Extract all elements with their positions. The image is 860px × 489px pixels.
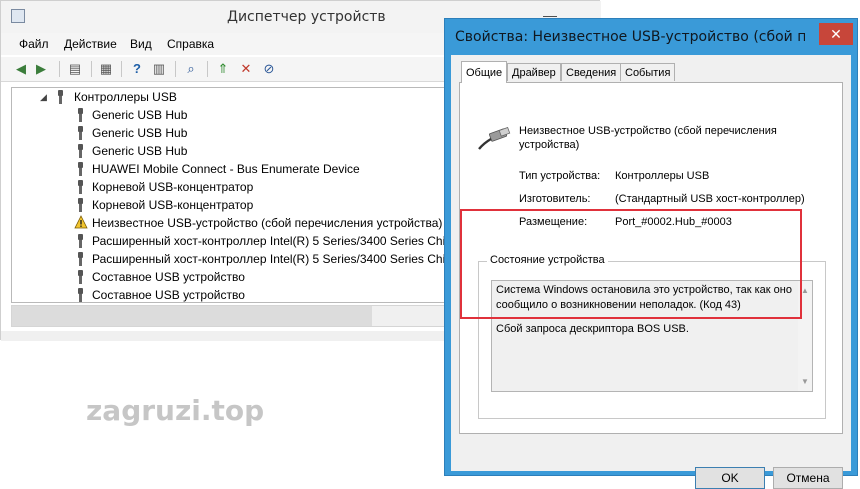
usb-icon bbox=[76, 126, 85, 140]
disable-device-icon[interactable]: ⊘ bbox=[261, 61, 277, 77]
status-line: Сбой запроса дескриптора BOS USB. bbox=[496, 323, 689, 335]
tree-item[interactable]: Корневой USB-концентратор bbox=[92, 196, 253, 214]
usb-icon bbox=[76, 288, 85, 302]
help-icon[interactable]: ? bbox=[129, 61, 145, 77]
tree-root-usb-controllers[interactable]: Контроллеры USB bbox=[74, 88, 177, 106]
usb-icon bbox=[76, 144, 85, 158]
back-icon[interactable]: ◀ bbox=[13, 61, 29, 77]
menu-help[interactable]: Справка bbox=[167, 37, 214, 51]
scroll-up-icon[interactable]: ▲ bbox=[801, 283, 809, 298]
menu-action[interactable]: Действие bbox=[64, 37, 117, 51]
device-manager-app-icon bbox=[11, 9, 25, 23]
tree-item[interactable]: Составное USB устройство bbox=[92, 268, 245, 286]
uninstall-icon[interactable]: ✕ bbox=[238, 61, 254, 77]
tab-driver[interactable]: Драйвер bbox=[507, 63, 561, 81]
horizontal-scrollbar[interactable] bbox=[11, 305, 449, 327]
manufacturer-value: (Стандартный USB хост-контроллер) bbox=[615, 193, 805, 205]
tab-details[interactable]: Сведения bbox=[561, 63, 622, 81]
device-tree[interactable]: ◢ Контроллеры USB Generic USB Hub Generi… bbox=[11, 87, 449, 303]
usb-icon bbox=[76, 270, 85, 284]
highlight-frame bbox=[460, 209, 802, 319]
device-name-line2: устройства) bbox=[519, 139, 580, 151]
cancel-button[interactable]: Отмена bbox=[773, 467, 843, 489]
menu-file[interactable]: Файл bbox=[19, 37, 49, 51]
ok-button[interactable]: OK bbox=[695, 467, 765, 489]
usb-icon bbox=[76, 162, 85, 176]
usb-icon bbox=[56, 90, 65, 104]
tree-item[interactable]: Расширенный хост-контроллер Intel(R) 5 S… bbox=[92, 250, 448, 268]
collapse-arrow-icon[interactable]: ◢ bbox=[40, 92, 47, 103]
tab-general[interactable]: Общие bbox=[461, 61, 508, 83]
tree-item[interactable]: HUAWEI Mobile Connect - Bus Enumerate De… bbox=[92, 160, 360, 178]
properties-icon[interactable]: ▦ bbox=[98, 61, 114, 77]
device-name-line1: Неизвестное USB-устройство (сбой перечис… bbox=[519, 125, 777, 137]
manufacturer-label: Изготовитель: bbox=[519, 193, 591, 205]
usb-icon bbox=[76, 252, 85, 266]
menu-view[interactable]: Вид bbox=[130, 37, 152, 51]
tree-item[interactable]: Generic USB Hub bbox=[92, 124, 187, 142]
tree-item[interactable]: Generic USB Hub bbox=[92, 142, 187, 160]
device-type-value: Контроллеры USB bbox=[615, 170, 710, 182]
watermark-text: zagruzi.top bbox=[86, 394, 265, 427]
dialog-title: Свойства: Неизвестное USB-устройство (сб… bbox=[455, 29, 805, 45]
usb-icon bbox=[76, 234, 85, 248]
tree-item[interactable]: Корневой USB-концентратор bbox=[92, 178, 253, 196]
tree-item[interactable]: Составное USB устройство bbox=[92, 286, 245, 302]
scrollbar-thumb[interactable] bbox=[12, 306, 372, 326]
close-button[interactable]: ✕ bbox=[819, 23, 853, 45]
device-type-label: Тип устройства: bbox=[519, 170, 601, 182]
tree-item[interactable]: Расширенный хост-контроллер Intel(R) 5 S… bbox=[92, 232, 448, 250]
usb-icon bbox=[76, 180, 85, 194]
update-driver-icon[interactable]: ⇑ bbox=[215, 61, 231, 77]
usb-icon bbox=[76, 198, 85, 212]
tab-events[interactable]: События bbox=[620, 63, 676, 81]
forward-icon[interactable]: ▶ bbox=[33, 61, 49, 77]
view-icon[interactable]: ▥ bbox=[151, 61, 167, 77]
usb-icon bbox=[76, 108, 85, 122]
window-title: Диспетчер устройств bbox=[227, 9, 386, 25]
tree-item[interactable]: Generic USB Hub bbox=[92, 106, 187, 124]
scroll-down-icon[interactable]: ▼ bbox=[801, 374, 809, 389]
tree-item-unknown-usb-device[interactable]: Неизвестное USB-устройство (сбой перечис… bbox=[92, 214, 442, 232]
scan-hardware-icon[interactable]: ⌕ bbox=[183, 61, 199, 77]
usb-cable-icon bbox=[478, 127, 511, 150]
show-hide-tree-icon[interactable]: ▤ bbox=[67, 61, 83, 77]
warning-icon bbox=[74, 215, 88, 229]
